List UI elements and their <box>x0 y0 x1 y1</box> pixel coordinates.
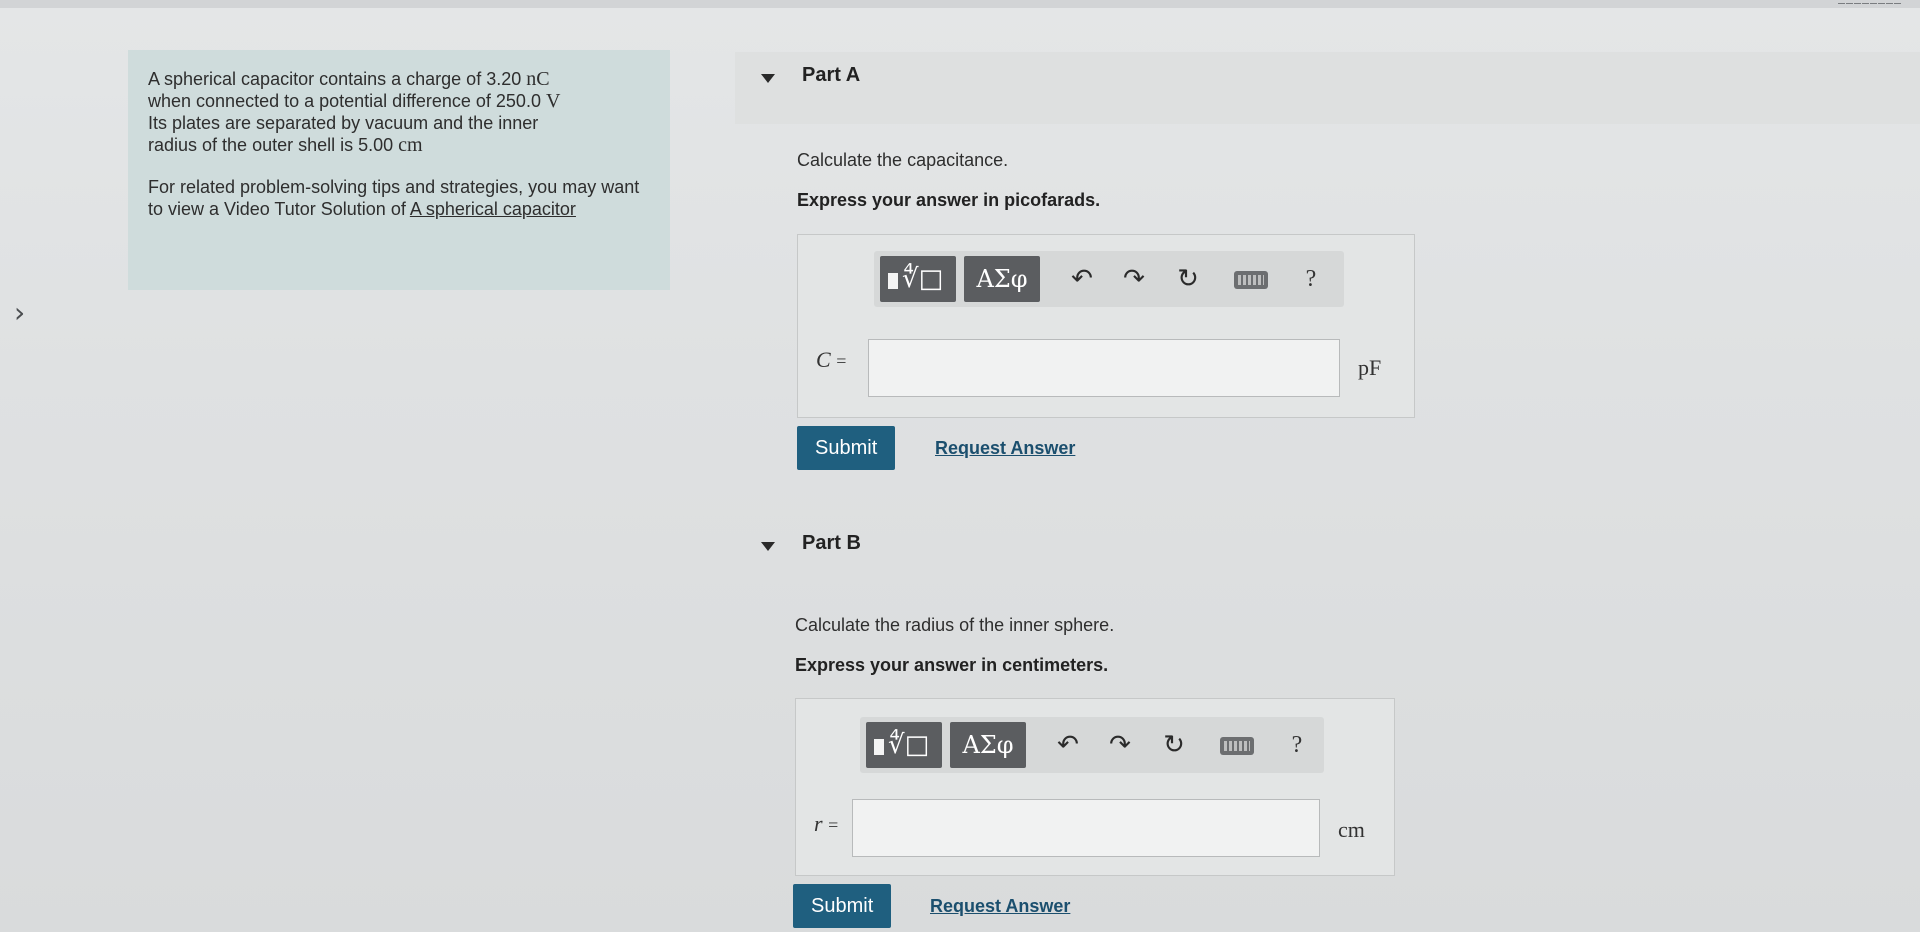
undo-icon[interactable]: ↶ <box>1050 727 1086 763</box>
part-a-variable-label: C = <box>816 347 846 373</box>
part-a-answer-input[interactable] <box>868 339 1340 397</box>
radical-template-icon[interactable]: ∜□ <box>880 256 956 302</box>
part-b-toolbar: ∜□ ΑΣφ ↶ ↷ ↻ ? <box>860 717 1324 773</box>
radical-template-icon[interactable]: ∜□ <box>866 722 942 768</box>
part-b-request-answer-link[interactable]: Request Answer <box>930 896 1070 917</box>
help-button[interactable]: ? <box>1296 259 1326 299</box>
video-tutor-link[interactable]: A spherical capacitor <box>410 199 576 219</box>
help-button[interactable]: ? <box>1282 725 1312 765</box>
redo-icon[interactable]: ↷ <box>1116 261 1152 297</box>
intro-line-3: Its plates are separated by vacuum and t… <box>148 113 539 133</box>
top-link-fragment: ⎯⎯⎯⎯⎯⎯⎯⎯ <box>1838 0 1902 10</box>
redo-icon[interactable]: ↷ <box>1102 727 1138 763</box>
part-b-variable-label: r = <box>814 811 838 837</box>
reset-icon[interactable]: ↻ <box>1170 261 1206 297</box>
radius-unit: cm <box>398 134 423 156</box>
part-b-instruction: Express your answer in centimeters. <box>795 655 1109 675</box>
part-b-answer-box: ∜□ ΑΣφ ↶ ↷ ↻ ? r = cm <box>795 698 1395 876</box>
collapse-triangle-icon[interactable] <box>761 542 775 551</box>
part-a-unit: pF <box>1358 355 1382 380</box>
charge-unit: nC <box>526 68 550 90</box>
intro-line-1: A spherical capacitor contains a charge … <box>148 69 527 89</box>
intro-text: A spherical capacitor contains a charge … <box>148 68 650 156</box>
part-b-title: Part B <box>802 532 861 554</box>
intro-line-4: radius of the outer shell is 5.00 <box>148 135 399 155</box>
equals-sign: = <box>836 351 847 371</box>
collapse-triangle-icon[interactable] <box>761 74 775 83</box>
reset-icon[interactable]: ↻ <box>1156 727 1192 763</box>
part-a-request-answer-link[interactable]: Request Answer <box>935 438 1075 459</box>
keyboard-icon[interactable] <box>1234 271 1268 289</box>
problem-intro: A spherical capacitor contains a charge … <box>128 50 670 290</box>
intro-line-2: when connected to a potential difference… <box>148 91 546 111</box>
part-a-submit-button[interactable]: Submit <box>797 426 896 470</box>
part-a-instruction: Express your answer in picofarads. <box>797 190 1101 210</box>
voltage-unit: V <box>545 90 561 112</box>
greek-symbols-button[interactable]: ΑΣφ <box>964 256 1040 302</box>
part-b-answer-input[interactable] <box>852 799 1320 857</box>
top-strip <box>0 0 1920 8</box>
part-b-submit-button[interactable]: Submit <box>793 884 892 928</box>
part-b-unit: cm <box>1338 817 1365 842</box>
part-a-title: Part A <box>802 64 861 86</box>
keyboard-icon[interactable] <box>1220 737 1254 755</box>
sidebar-expand-chevron-icon[interactable]: › <box>14 296 25 329</box>
part-b-question: Calculate the radius of the inner sphere… <box>795 615 1115 635</box>
greek-symbols-button[interactable]: ΑΣφ <box>950 722 1026 768</box>
part-b-header[interactable]: Part B <box>735 520 1920 592</box>
part-a-header[interactable]: Part A <box>735 52 1920 124</box>
variable-c: C <box>816 347 831 372</box>
equals-sign: = <box>828 815 839 835</box>
tips-text: For related problem-solving tips and str… <box>148 176 650 220</box>
page-background: ⎯⎯⎯⎯⎯⎯⎯⎯ › A spherical capacitor contain… <box>0 0 1920 932</box>
undo-icon[interactable]: ↶ <box>1064 261 1100 297</box>
part-a-answer-box: ∜□ ΑΣφ ↶ ↷ ↻ ? C = pF <box>797 234 1415 418</box>
part-a-toolbar: ∜□ ΑΣφ ↶ ↷ ↻ ? <box>874 251 1344 307</box>
variable-r: r <box>814 811 823 836</box>
part-a-question: Calculate the capacitance. <box>797 150 1009 170</box>
